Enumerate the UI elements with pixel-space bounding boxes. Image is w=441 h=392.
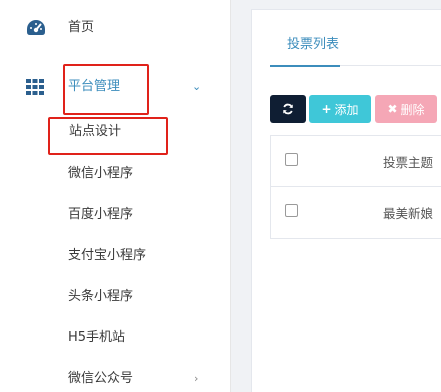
sidebar-subitem-label: 站点设计 — [69, 124, 122, 139]
main-panel: 投票列表 + 添加 ✖ 删除 投票主题 最美新娘 — [251, 9, 441, 392]
sidebar-subitem-label: 支付宝小程序 — [68, 248, 147, 263]
close-icon: ✖ — [387, 102, 398, 116]
add-button[interactable]: + 添加 — [309, 95, 371, 123]
column-header-vote-topic: 投票主题 — [383, 155, 434, 170]
chevron-right-icon: › — [194, 372, 199, 385]
sidebar-subitem-label: 头条小程序 — [68, 289, 134, 304]
plus-icon: + — [321, 102, 332, 116]
sidebar: 首页 平台管理 ⌄ 站点设计 微信小程序 百度小程序 支付宝小程序 头条小程序 … — [0, 0, 231, 392]
sidebar-subitem-label: H5手机站 — [68, 330, 126, 345]
dashboard-icon — [27, 20, 45, 35]
tab-underline — [270, 65, 340, 67]
row-checkbox[interactable] — [285, 204, 298, 217]
refresh-icon — [283, 103, 293, 115]
delete-button[interactable]: ✖ 删除 — [375, 95, 437, 123]
grid-icon — [26, 79, 44, 95]
refresh-button[interactable] — [270, 95, 306, 123]
vote-table: 投票主题 最美新娘 — [270, 135, 441, 239]
sidebar-subitem-label: 微信小程序 — [68, 166, 134, 181]
delete-button-label: 删除 — [400, 102, 425, 117]
add-button-label: 添加 — [334, 102, 359, 117]
table-cell-vote-topic: 最美新娘 — [383, 206, 434, 221]
sidebar-item-platform-label: 平台管理 — [68, 79, 121, 94]
tab-label: 投票列表 — [287, 37, 340, 52]
tab-bar: 投票列表 — [270, 10, 441, 67]
sidebar-subitem-label: 百度小程序 — [68, 207, 134, 222]
sidebar-item-home-label: 首页 — [68, 20, 95, 35]
chevron-down-icon: ⌄ — [192, 80, 202, 93]
table-header-row: 投票主题 — [271, 136, 441, 187]
table-row[interactable]: 最美新娘 — [271, 187, 441, 238]
select-all-checkbox[interactable] — [285, 153, 298, 166]
sidebar-subitem-label: 微信公众号 — [68, 371, 134, 386]
tab-vote-list[interactable]: 投票列表 — [270, 36, 340, 67]
